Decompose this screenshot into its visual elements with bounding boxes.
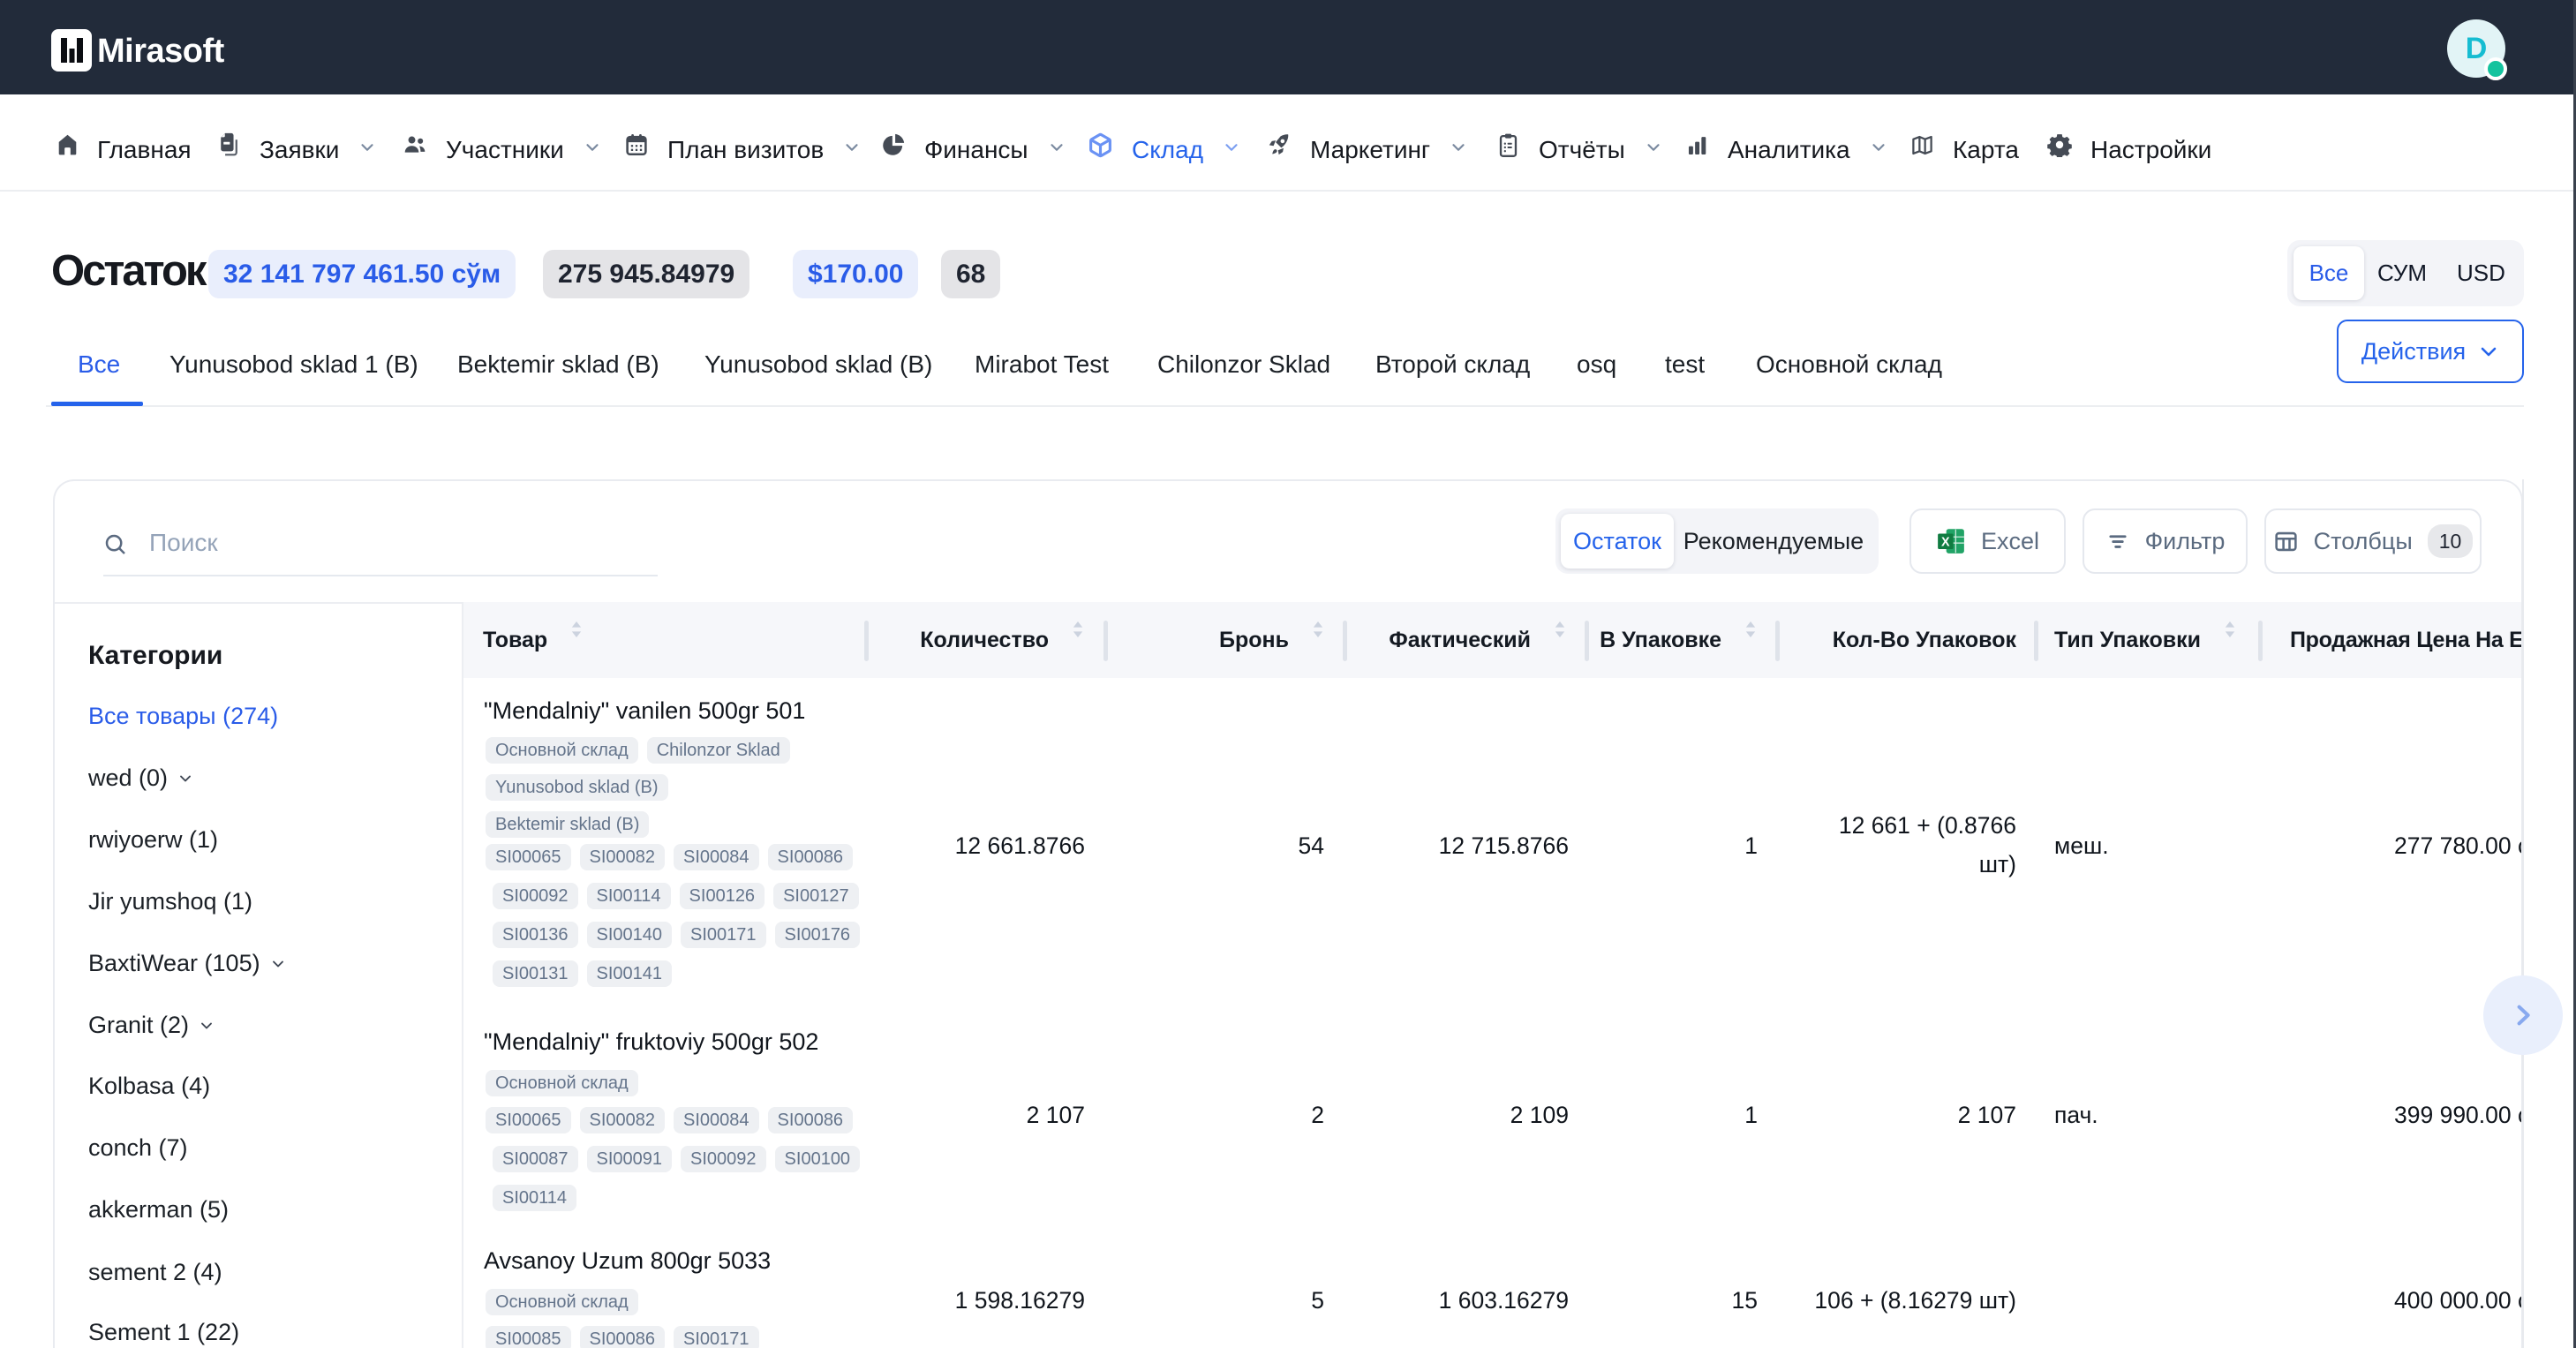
svg-text:X: X	[1941, 536, 1950, 550]
